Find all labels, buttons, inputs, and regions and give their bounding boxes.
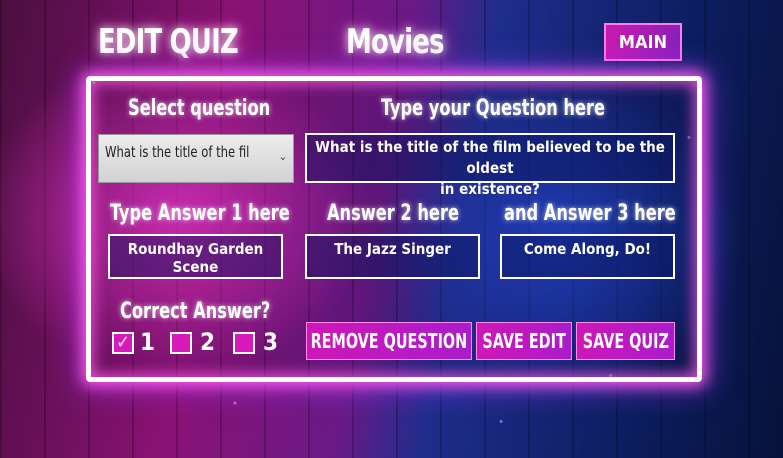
type-question-label: Type your Question here (381, 96, 606, 121)
answer3-field[interactable]: Come Along, Do! (500, 234, 675, 279)
check-icon: ✓ (116, 332, 130, 353)
correct-answer-checkbox-3[interactable] (233, 332, 255, 354)
question-text-line-1: What is the title of the film believed t… (315, 138, 665, 177)
answer2-label: Answer 2 here (327, 201, 459, 226)
correct-answer-label: Correct Answer? (120, 299, 271, 324)
checkbox-3-label: 3 (263, 328, 279, 356)
question-select-value: What is the title of the film (105, 143, 250, 161)
question-select[interactable]: What is the title of the film ⌄ (98, 134, 294, 183)
answer1-label: Type Answer 1 here (110, 201, 290, 226)
chevron-down-icon: ⌄ (278, 150, 287, 163)
answer1-field[interactable]: Roundhay Garden Scene (108, 234, 283, 279)
correct-answer-checkbox-1[interactable]: ✓ (112, 332, 134, 354)
save-quiz-button[interactable]: SAVE QUIZ (576, 322, 675, 360)
question-text-line-2: in existence? (440, 180, 540, 198)
remove-question-label: REMOVE QUESTION (310, 329, 468, 353)
answer1-text: Roundhay Garden Scene (127, 240, 264, 276)
save-edit-label: SAVE EDIT (482, 329, 566, 353)
answer2-text: The Jazz Singer (334, 240, 451, 258)
page-title: EDIT QUIZ (98, 22, 239, 62)
question-field[interactable]: What is the title of the film believed t… (305, 133, 675, 198)
select-question-label: Select question (128, 96, 271, 121)
main-button[interactable]: MAIN (604, 23, 682, 61)
correct-answer-checkbox-2[interactable] (170, 332, 192, 354)
checkbox-2-label: 2 (200, 328, 216, 356)
remove-question-button[interactable]: REMOVE QUESTION (306, 322, 472, 360)
answer2-field[interactable]: The Jazz Singer (305, 234, 480, 279)
save-quiz-label: SAVE QUIZ (582, 329, 669, 353)
checkbox-1-label: 1 (140, 328, 156, 356)
category-title: Movies (346, 22, 444, 62)
answer3-label: and Answer 3 here (504, 201, 676, 226)
answer3-text: Come Along, Do! (523, 240, 652, 258)
save-edit-button[interactable]: SAVE EDIT (476, 322, 572, 360)
